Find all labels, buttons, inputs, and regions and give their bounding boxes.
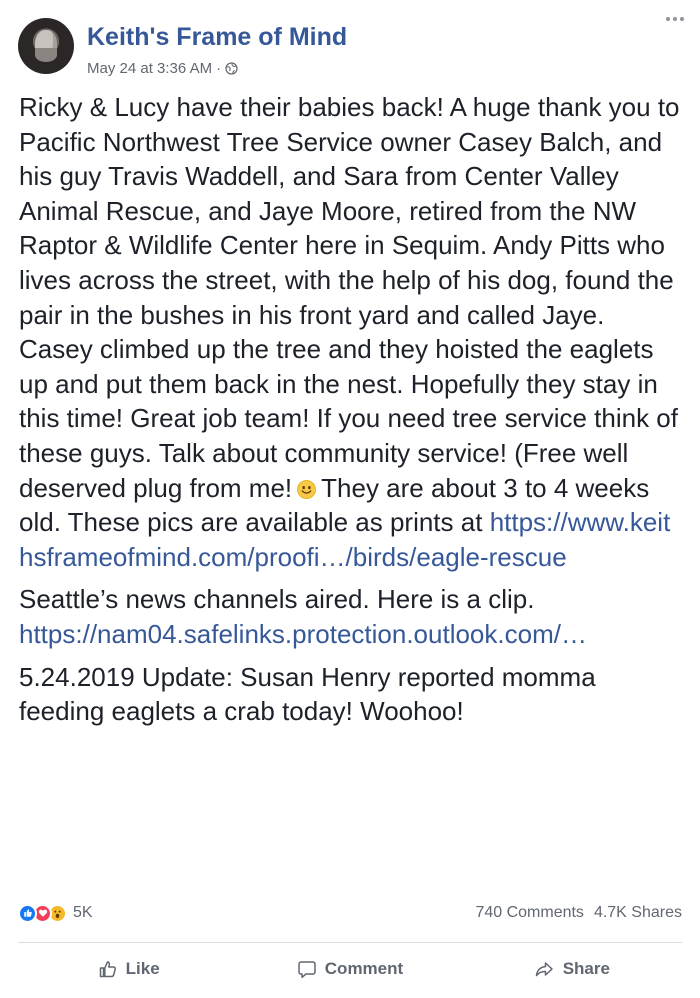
engagement-counts: 740 Comments 4.7K Shares <box>475 904 682 922</box>
paragraph-2-text: Seattle’s news channels aired. Here is a… <box>19 584 535 615</box>
paragraph-1: Ricky & Lucy have their babies back! A h… <box>19 90 683 574</box>
comment-button[interactable]: Comment <box>239 946 460 992</box>
more-dot <box>673 17 677 21</box>
more-options-icon[interactable] <box>666 14 686 24</box>
paragraph-2: Seattle’s news channels aired. Here is a… <box>19 582 683 651</box>
shares-count[interactable]: 4.7K Shares <box>594 904 682 922</box>
post-stats: 5K 740 Comments 4.7K Shares <box>18 900 682 926</box>
action-bar: Like Comment Share <box>18 946 682 992</box>
comments-count[interactable]: 740 Comments <box>475 904 584 922</box>
post-meta: May 24 at 3:36 AM · <box>87 60 238 77</box>
share-label: Share <box>562 959 610 978</box>
post-date[interactable]: May 24 at 3:36 AM <box>87 60 212 77</box>
like-button[interactable]: Like <box>18 946 239 992</box>
globe-icon[interactable] <box>225 62 238 75</box>
smiley-emoji-icon <box>297 473 317 499</box>
meta-separator: · <box>216 60 222 77</box>
paragraph-3: 5.24.2019 Update: Susan Henry reported m… <box>19 661 596 727</box>
reaction-count[interactable]: 5K <box>73 904 93 922</box>
comment-label: Comment <box>324 959 404 978</box>
comment-icon <box>297 959 317 979</box>
avatar[interactable] <box>18 18 74 74</box>
avatar-beard <box>35 48 57 62</box>
facebook-post: Keith's Frame of Mind May 24 at 3:36 AM … <box>0 0 700 998</box>
share-button[interactable]: Share <box>461 946 682 992</box>
more-dot <box>680 17 684 21</box>
actions-divider <box>18 942 682 943</box>
more-dot <box>666 17 670 21</box>
paragraph-1-text: Ricky & Lucy have their babies back! A h… <box>19 92 680 503</box>
like-reaction-icon <box>18 903 37 923</box>
news-clip-link[interactable]: https://nam04.safelinks.protection.outlo… <box>19 619 587 649</box>
reactions-summary[interactable]: 5K <box>18 903 93 923</box>
like-icon <box>98 959 118 979</box>
share-icon <box>533 959 555 979</box>
page-name[interactable]: Keith's Frame of Mind <box>87 23 347 52</box>
post-body: Ricky & Lucy have their babies back! A h… <box>19 90 683 729</box>
like-label: Like <box>125 959 160 978</box>
